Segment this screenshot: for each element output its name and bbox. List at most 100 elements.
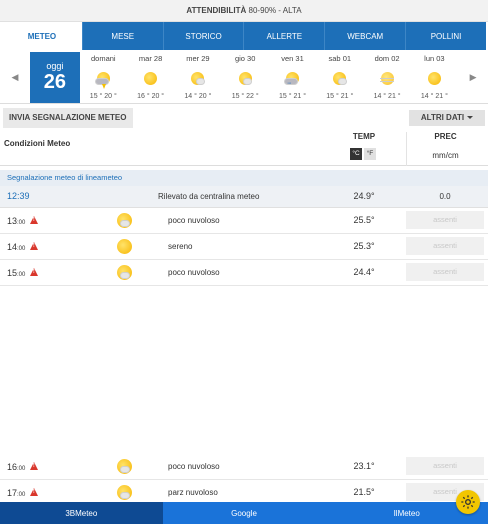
hourly-list: 13:00 poco nuvoloso 25.5° assenti 14:00 …	[0, 208, 488, 286]
warning-icon[interactable]	[30, 242, 38, 250]
table-header: Condizioni Meteo TEMP °C °F PREC mm/cm	[0, 128, 488, 166]
report-section-title: Segnalazione meteo di lineameteo	[0, 170, 488, 186]
tab-meteo[interactable]: METEO	[2, 22, 83, 50]
hour-value: 17	[7, 488, 18, 498]
day-name: sab 01	[328, 54, 352, 63]
hour-time: 16:00	[7, 462, 25, 472]
day-item[interactable]: ven 31 ''' 15 ° 21 °	[269, 52, 316, 103]
main-tabs: METEO MESE STORICO ALLERTE WEBCAM POLLIN…	[2, 22, 486, 50]
day-name: mar 28	[138, 54, 163, 63]
warning-icon[interactable]	[30, 268, 38, 276]
celsius-toggle[interactable]: °C	[350, 148, 362, 160]
hour-temp: 24.4°	[353, 267, 375, 277]
hour-row[interactable]: 13:00 poco nuvoloso 25.5° assenti	[0, 208, 488, 234]
tab-pollini[interactable]: POLLINI	[406, 22, 486, 50]
tab-webcam[interactable]: WEBCAM	[325, 22, 407, 50]
warning-icon[interactable]	[30, 488, 38, 496]
day-name: mer 29	[186, 54, 210, 63]
prec-unit: mm/cm	[432, 151, 459, 160]
hour-time: 17:00	[7, 488, 25, 498]
hour-description: parz nuvoloso	[168, 488, 218, 497]
hour-prec: assenti	[406, 237, 484, 255]
hour-prec: assenti	[406, 211, 484, 229]
hour-value: 15	[7, 268, 18, 278]
day-item[interactable]: lun 03 14 ° 21 °	[411, 52, 458, 103]
day-item[interactable]: mar 28 16 ° 20 °	[127, 52, 174, 103]
hour-prec: assenti	[406, 457, 484, 475]
hour-prec: assenti	[406, 263, 484, 281]
hour-minutes: :00	[17, 466, 26, 472]
day-temps: 16 ° 20 °	[137, 93, 165, 100]
report-temp: 24.9°	[353, 191, 375, 201]
reliability-bar: ATTENDIBILITÀ 80-90% - ALTA	[0, 0, 488, 22]
day-today-number: 26	[43, 71, 66, 93]
hour-description: poco nuvoloso	[168, 216, 220, 225]
unit-toggle: °C °F	[350, 148, 376, 160]
caret-down-icon	[467, 116, 474, 120]
day-temps: 15 ° 22 °	[231, 93, 259, 100]
partly-cloudy-icon	[114, 212, 134, 228]
nav-3bmeteo[interactable]: 3BMeteo	[0, 502, 163, 524]
fahrenheit-toggle[interactable]: °F	[364, 148, 376, 160]
next-day-arrow-icon[interactable]: ▶	[458, 52, 488, 103]
more-data-label: ALTRI DATI	[420, 113, 465, 122]
prec-header-label: PREC	[434, 132, 457, 141]
hour-value: 16	[7, 462, 18, 472]
hour-time: 14:00	[7, 242, 25, 252]
hour-temp: 21.5°	[353, 487, 375, 497]
hour-row[interactable]: 15:00 poco nuvoloso 24.4° assenti	[0, 260, 488, 286]
day-item[interactable]: dom 02 14 ° 21 °	[363, 52, 410, 103]
day-item[interactable]: mer 29 14 ° 20 °	[174, 52, 221, 103]
storm-icon	[93, 70, 113, 89]
report-time: 12:39	[7, 191, 30, 201]
day-temps: 14 ° 20 °	[184, 93, 212, 100]
warning-icon[interactable]	[30, 462, 38, 470]
hour-row[interactable]: 14:00 sereno 25.3° assenti	[0, 234, 488, 260]
prev-day-arrow-icon[interactable]: ◀	[0, 52, 30, 103]
partly-cloudy-icon	[114, 484, 134, 500]
hour-value: 14	[7, 242, 18, 252]
warning-icon[interactable]	[30, 216, 38, 224]
hour-minutes: :00	[17, 492, 26, 498]
hour-time: 13:00	[7, 216, 25, 226]
more-data-button[interactable]: ALTRI DATI	[409, 110, 485, 126]
day-name: dom 02	[374, 54, 400, 63]
report-row: 12:39 Rilevato da centralina meteo 24.9°…	[0, 186, 488, 208]
tab-mese[interactable]: MESE	[83, 22, 164, 50]
hour-minutes: :00	[17, 246, 26, 252]
hour-temp: 25.3°	[353, 241, 375, 251]
day-temps: 15 ° 20 °	[89, 93, 117, 100]
prec-header: PREC mm/cm	[406, 132, 484, 166]
day-item[interactable]: gio 30 15 ° 22 °	[222, 52, 269, 103]
tab-storico[interactable]: STORICO	[164, 22, 245, 50]
day-name: ven 31	[281, 54, 304, 63]
sun-icon	[141, 70, 161, 86]
tab-allerte[interactable]: ALLERTE	[244, 22, 326, 50]
report-source: Rilevato da centralina meteo	[158, 192, 260, 201]
day-today-label: oggi	[46, 61, 64, 71]
nav-google[interactable]: Google	[162, 502, 326, 524]
hazy-sun-icon	[377, 70, 397, 86]
reliability-label: ATTENDIBILITÀ	[186, 6, 247, 15]
hour-row[interactable]: 16:00 poco nuvoloso 23.1° assenti	[0, 454, 488, 480]
hour-temp: 23.1°	[353, 461, 375, 471]
sun-icon	[114, 238, 134, 254]
hour-description: poco nuvoloso	[168, 462, 220, 471]
day-temps: 14 ° 21 °	[420, 93, 448, 100]
partly-cloudy-icon	[330, 70, 350, 86]
day-item[interactable]: domani 15 ° 20 °	[80, 52, 127, 103]
action-bar: INVIA SEGNALAZIONE METEO ALTRI DATI	[0, 108, 488, 128]
day-selector: ◀ oggi 26 domani 15 ° 20 ° mar 28 16 ° 2…	[0, 52, 488, 104]
hour-time: 15:00	[7, 268, 25, 278]
report-prec: 0.0	[439, 192, 451, 201]
day-item[interactable]: sab 01 15 ° 21 °	[316, 52, 363, 103]
day-temps: 14 ° 21 °	[373, 93, 401, 100]
partly-cloudy-icon	[114, 458, 134, 474]
gear-icon[interactable]	[456, 490, 480, 514]
day-today[interactable]: oggi 26	[30, 52, 80, 103]
hour-description: sereno	[168, 242, 193, 251]
send-report-button[interactable]: INVIA SEGNALAZIONE METEO	[3, 108, 133, 128]
day-temps: 15 ° 21 °	[326, 93, 354, 100]
day-name: gio 30	[234, 54, 256, 63]
hour-value: 13	[7, 216, 18, 226]
